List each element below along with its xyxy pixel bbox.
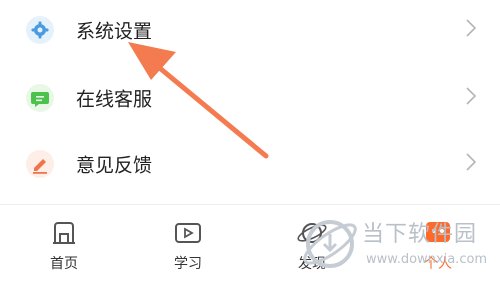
chevron-right-icon (466, 87, 477, 109)
menu-item-label: 在线客服 (76, 88, 153, 111)
menu-item-system-settings[interactable]: 系统设置 (0, 0, 500, 60)
menu-item-label: 意见反馈 (76, 154, 153, 177)
person-icon (423, 219, 453, 251)
tab-home[interactable]: 首页 (24, 215, 104, 277)
gear-icon (26, 16, 54, 44)
tab-label: 学习 (174, 256, 202, 272)
planet-icon (296, 219, 328, 251)
menu-item-label: 系统设置 (76, 20, 153, 43)
menu-item-feedback[interactable]: 意见反馈 (0, 134, 500, 194)
chat-icon (26, 84, 54, 112)
screen: 系统设置 在线客服 意见反馈 首页 学习 发现 个人 当下软件园 www.dow… (0, 0, 500, 286)
tab-label: 个人 (424, 256, 452, 272)
home-icon (50, 219, 78, 251)
tab-label: 发现 (298, 256, 326, 272)
chevron-right-icon (466, 153, 477, 175)
tab-study[interactable]: 学习 (148, 215, 228, 277)
pencil-icon (26, 150, 54, 178)
play-icon (173, 219, 203, 251)
tab-discover[interactable]: 发现 (272, 215, 352, 277)
tab-profile[interactable]: 个人 (398, 215, 478, 277)
tab-label: 首页 (50, 256, 78, 272)
menu-item-online-service[interactable]: 在线客服 (0, 68, 500, 128)
bottom-tab-bar: 首页 学习 发现 个人 (0, 205, 500, 286)
chevron-right-icon (466, 19, 477, 41)
